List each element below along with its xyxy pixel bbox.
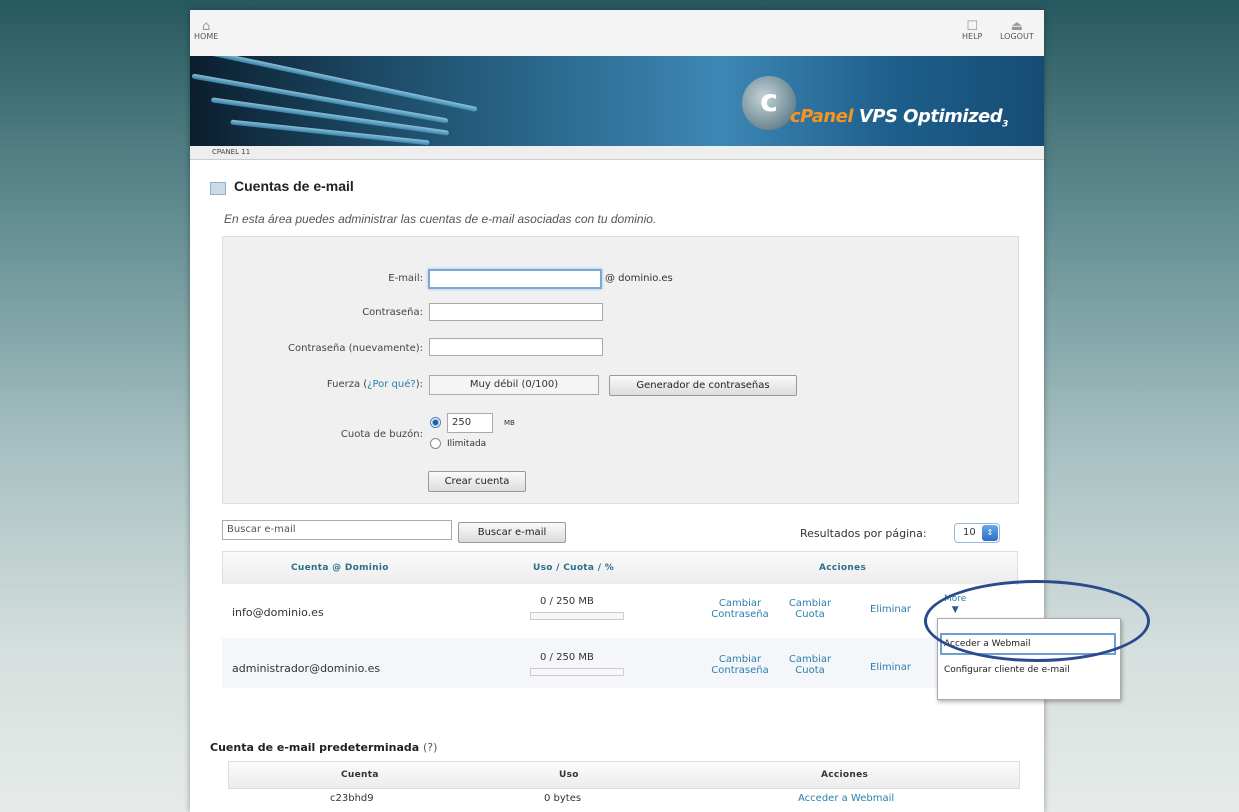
highlight-ellipse-annotation xyxy=(924,580,1150,662)
page-title: Cuentas de e-mail xyxy=(234,178,354,194)
email-input[interactable] xyxy=(428,269,602,289)
table-row: administrador@dominio.es 0 / 250 MB Camb… xyxy=(222,638,1016,688)
email-label: E-mail: xyxy=(388,273,423,284)
top-toolbar: ⌂ HOME ☐ HELP ⏏ LOGOUT xyxy=(190,10,1044,57)
usage-cell: 0 / 250 MB xyxy=(540,652,594,663)
password-generator-button[interactable]: Generador de contraseñas xyxy=(609,375,797,396)
change-quota-link[interactable]: Cambiar Cuota xyxy=(788,598,832,620)
default-account-help-link[interactable]: (?) xyxy=(423,741,437,754)
quota-input[interactable]: 250 xyxy=(447,413,493,433)
default-account-table-header: Cuenta Uso Acciones xyxy=(228,761,1020,789)
add-account-form: E-mail: @ dominio.es Contraseña: Contras… xyxy=(222,236,1019,504)
cpanel-logo-icon: c xyxy=(742,76,796,130)
results-per-page-select[interactable]: 10 ⇕ xyxy=(954,523,1000,543)
default-account-usage: 0 bytes xyxy=(544,793,582,804)
delete-link[interactable]: Eliminar xyxy=(870,662,911,673)
search-email-button[interactable]: Buscar e-mail xyxy=(458,522,566,543)
quota-unlimited-radio[interactable] xyxy=(430,438,441,449)
why-link[interactable]: ¿Por qué? xyxy=(367,379,416,390)
home-link[interactable]: ⌂ HOME xyxy=(194,19,218,42)
delete-link[interactable]: Eliminar xyxy=(870,604,911,615)
help-icon: ☐ xyxy=(966,19,978,34)
quota-unit: MB xyxy=(504,419,515,427)
col-usage-quota[interactable]: Uso / Cuota / % xyxy=(533,563,614,573)
cpanel-brand: cPanel VPS Optimized3 xyxy=(790,106,1008,130)
home-icon: ⌂ xyxy=(202,19,211,34)
select-arrows-icon: ⇕ xyxy=(982,525,998,541)
quota-limited-radio[interactable] xyxy=(430,417,441,428)
logout-icon: ⏏ xyxy=(1010,19,1023,34)
col-account[interactable]: Cuenta @ Dominio xyxy=(291,563,389,573)
default-account-name: c23bhd9 xyxy=(330,793,374,804)
accounts-table-header: Cuenta @ Dominio Uso / Cuota / % Accione… xyxy=(222,551,1018,585)
col-actions: Acciones xyxy=(821,770,869,780)
domain-suffix: @ dominio.es xyxy=(605,273,673,284)
usage-bar xyxy=(530,668,624,676)
password-again-input[interactable] xyxy=(429,338,603,356)
page-description: En esta área puedes administrar las cuen… xyxy=(224,212,657,226)
col-actions: Acciones xyxy=(819,563,867,573)
help-link[interactable]: ☐ HELP xyxy=(962,19,982,42)
search-email-input[interactable]: Buscar e-mail xyxy=(222,520,452,540)
quota-label: Cuota de buzón: xyxy=(340,429,423,440)
usage-bar xyxy=(530,612,624,620)
header-banner: c cPanel VPS Optimized3 xyxy=(190,56,1044,146)
cpanel-window: ⌂ HOME ☐ HELP ⏏ LOGOUT c cPanel VPS Opti… xyxy=(190,10,1044,812)
default-account-title: Cuenta de e-mail predeterminada (?) xyxy=(210,741,438,754)
results-per-page-label: Resultados por página: xyxy=(800,527,927,540)
create-account-button[interactable]: Crear cuenta xyxy=(428,471,526,492)
password-again-label: Contraseña (nuevamente): xyxy=(288,343,423,354)
default-account-webmail-link[interactable]: Acceder a Webmail xyxy=(798,793,894,804)
strength-label: Fuerza (¿Por qué?): xyxy=(326,379,423,390)
breadcrumb: CPANEL 11 xyxy=(190,146,1044,160)
change-quota-link[interactable]: Cambiar Cuota xyxy=(788,654,832,676)
password-input[interactable] xyxy=(429,303,603,321)
account-cell: info@dominio.es xyxy=(232,606,324,619)
usage-cell: 0 / 250 MB xyxy=(540,596,594,607)
account-cell: administrador@dominio.es xyxy=(232,662,381,675)
col-usage: Uso xyxy=(559,770,579,780)
change-password-link[interactable]: Cambiar Contraseña xyxy=(700,654,780,676)
breadcrumb-home-link[interactable]: CPANEL 11 xyxy=(212,148,250,156)
menu-item-configure-client[interactable]: Configurar cliente de e-mail xyxy=(944,665,1070,675)
strength-meter: Muy débil (0/100) xyxy=(429,375,599,395)
change-password-link[interactable]: Cambiar Contraseña xyxy=(700,598,780,620)
table-row: info@dominio.es 0 / 250 MB Cambiar Contr… xyxy=(222,584,1016,634)
email-accounts-icon xyxy=(210,182,226,195)
col-account: Cuenta xyxy=(341,770,379,780)
logout-link[interactable]: ⏏ LOGOUT xyxy=(1000,19,1034,42)
unlimited-label: Ilimitada xyxy=(447,439,487,449)
password-label: Contraseña: xyxy=(362,307,423,318)
